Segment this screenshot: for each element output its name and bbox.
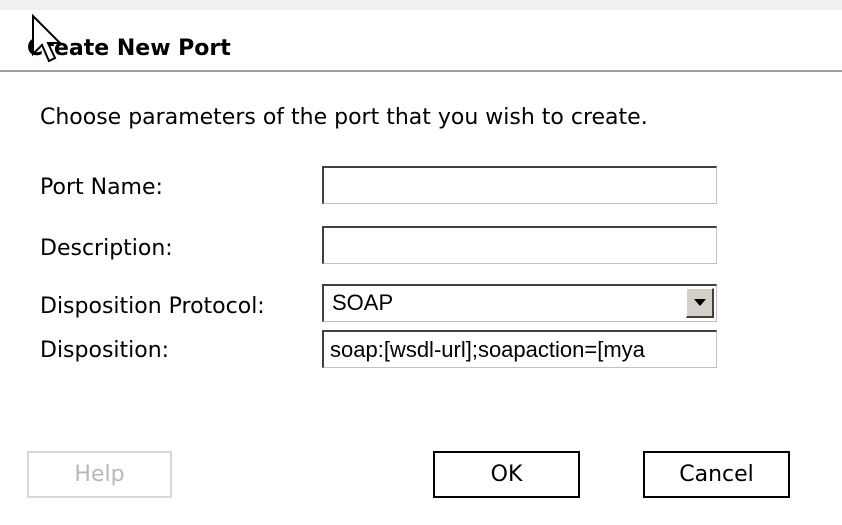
dialog-header: Create New Port xyxy=(0,10,842,72)
disposition-protocol-label: Disposition Protocol: xyxy=(40,294,265,319)
disposition-input[interactable] xyxy=(322,330,717,368)
chevron-down-icon xyxy=(694,299,706,306)
description-input[interactable] xyxy=(322,226,717,264)
cancel-button[interactable]: Cancel xyxy=(643,451,790,498)
dropdown-button[interactable] xyxy=(686,288,714,318)
window-top-strip xyxy=(0,0,842,10)
create-port-dialog xyxy=(0,10,842,525)
mouse-pointer-icon xyxy=(32,14,63,63)
instruction-text: Choose parameters of the port that you w… xyxy=(40,105,648,130)
disposition-label: Disposition: xyxy=(40,338,170,363)
help-button[interactable]: Help xyxy=(27,451,172,498)
ok-button[interactable]: OK xyxy=(433,451,580,498)
port-name-label: Port Name: xyxy=(40,175,163,200)
description-label: Description: xyxy=(40,236,173,261)
disposition-protocol-select[interactable]: SOAP xyxy=(322,284,717,322)
disposition-protocol-value: SOAP xyxy=(332,290,394,315)
port-name-input[interactable] xyxy=(322,166,717,204)
